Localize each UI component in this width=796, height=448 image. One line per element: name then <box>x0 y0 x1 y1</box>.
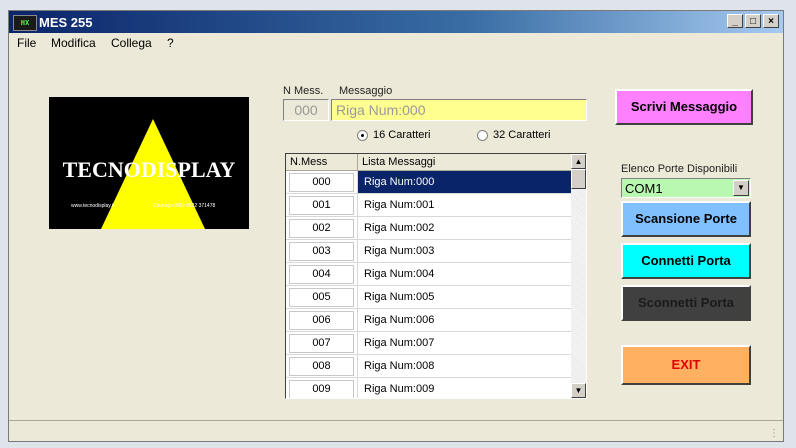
row-number-cell[interactable]: 003 <box>286 240 358 262</box>
row-message[interactable]: Riga Num:007 <box>358 332 572 354</box>
list-item[interactable]: 006 Riga Num:006 <box>286 309 572 332</box>
row-message[interactable]: Riga Num:004 <box>358 263 572 285</box>
row-number: 006 <box>289 311 354 330</box>
row-message[interactable]: Riga Num:001 <box>358 194 572 216</box>
scrivi-messaggio-button[interactable]: Scrivi Messaggio <box>615 89 753 125</box>
list-item[interactable]: 000 Riga Num:000 <box>286 171 572 194</box>
maximize-button[interactable]: □ <box>745 14 761 28</box>
menu-bar: File Modifica Collega ? <box>9 33 783 53</box>
menu-collega[interactable]: Collega <box>111 36 152 50</box>
port-select-value: COM1 <box>625 181 663 196</box>
exit-button[interactable]: EXIT <box>621 345 751 385</box>
list-item[interactable]: 007 Riga Num:007 <box>286 332 572 355</box>
message-list-grid[interactable]: N.Mess Lista Messaggi 000 Riga Num:000 001… <box>285 153 587 399</box>
list-item[interactable]: 008 Riga Num:008 <box>286 355 572 378</box>
message-text-field[interactable]: Riga Num:000 <box>331 99 587 121</box>
row-number-cell[interactable]: 001 <box>286 194 358 216</box>
row-message[interactable]: Riga Num:002 <box>358 217 572 239</box>
col-header-n-mess[interactable]: N.Mess <box>286 154 358 171</box>
n-mess-label: N Mess. <box>283 85 324 97</box>
company-logo: TECNODISPLAY www.tecnodisplay.it Cavriag… <box>49 97 249 229</box>
row-number: 001 <box>289 196 354 215</box>
row-number-cell[interactable]: 002 <box>286 217 358 239</box>
title-bar[interactable]: HX MES 255 _ □ × <box>9 11 783 33</box>
menu-file[interactable]: File <box>17 36 36 50</box>
close-button[interactable]: × <box>763 14 779 28</box>
radio-32-label: 32 Caratteri <box>493 129 551 141</box>
app-icon: HX <box>13 15 37 31</box>
message-number-field: 000 <box>283 99 329 121</box>
connetti-porta-button[interactable]: Connetti Porta <box>621 243 751 279</box>
list-item[interactable]: 003 Riga Num:003 <box>286 240 572 263</box>
port-select[interactable]: COM1 ▼ <box>621 178 751 198</box>
list-item[interactable]: 005 Riga Num:005 <box>286 286 572 309</box>
grid-rows: 000 Riga Num:000 001 Riga Num:001 002 Riga Nu… <box>286 171 572 398</box>
window-title: MES 255 <box>39 15 93 30</box>
list-item[interactable]: 002 Riga Num:002 <box>286 217 572 240</box>
logo-website-text: www.tecnodisplay.it <box>71 203 115 209</box>
row-message[interactable]: Riga Num:009 <box>358 378 572 398</box>
list-item[interactable]: 001 Riga Num:001 <box>286 194 572 217</box>
row-message[interactable]: Riga Num:000 <box>358 171 572 193</box>
row-number: 005 <box>289 288 354 307</box>
logo-brand-text: TECNODISPLAY <box>63 157 236 182</box>
radio-16-dot[interactable] <box>357 129 368 141</box>
row-number-cell[interactable]: 008 <box>286 355 358 377</box>
logo-contact-text: Cavriago (RE) 0522 371478 <box>153 203 215 209</box>
messaggio-label: Messaggio <box>339 85 393 97</box>
radio-16-caratteri[interactable]: 16 Caratteri <box>357 129 430 141</box>
row-number: 003 <box>289 242 354 261</box>
scroll-up-icon[interactable]: ▲ <box>571 154 586 169</box>
row-message[interactable]: Riga Num:005 <box>358 286 572 308</box>
row-number-cell[interactable]: 005 <box>286 286 358 308</box>
row-number-cell[interactable]: 004 <box>286 263 358 285</box>
vertical-scrollbar[interactable]: ▲ ▼ <box>571 154 586 398</box>
list-item[interactable]: 004 Riga Num:004 <box>286 263 572 286</box>
porte-label: Elenco Porte Disponibili <box>621 163 738 175</box>
row-number: 009 <box>289 380 354 398</box>
scansione-porte-button[interactable]: Scansione Porte <box>621 201 751 237</box>
sconnetti-porta-button[interactable]: Sconnetti Porta <box>621 285 751 321</box>
row-message[interactable]: Riga Num:006 <box>358 309 572 331</box>
row-message[interactable]: Riga Num:008 <box>358 355 572 377</box>
minimize-button[interactable]: _ <box>727 14 743 28</box>
row-number-cell[interactable]: 007 <box>286 332 358 354</box>
row-number: 002 <box>289 219 354 238</box>
list-item[interactable]: 009 Riga Num:009 <box>286 378 572 398</box>
row-number-cell[interactable]: 006 <box>286 309 358 331</box>
row-message[interactable]: Riga Num:003 <box>358 240 572 262</box>
row-number: 008 <box>289 357 354 376</box>
row-number: 007 <box>289 334 354 353</box>
row-number-cell[interactable]: 009 <box>286 378 358 398</box>
scroll-thumb[interactable] <box>571 169 586 189</box>
row-number: 000 <box>289 173 354 192</box>
chevron-down-icon[interactable]: ▼ <box>733 180 749 196</box>
scroll-down-icon[interactable]: ▼ <box>571 383 586 398</box>
radio-16-label: 16 Caratteri <box>373 129 431 141</box>
radio-32-caratteri[interactable]: 32 Caratteri <box>477 129 550 141</box>
row-number: 004 <box>289 265 354 284</box>
menu-modifica[interactable]: Modifica <box>51 36 96 50</box>
row-number-cell[interactable]: 000 <box>286 171 358 193</box>
radio-32-dot[interactable] <box>477 129 488 141</box>
menu-help[interactable]: ? <box>167 36 174 50</box>
col-header-lista-messaggi[interactable]: Lista Messaggi <box>358 154 572 171</box>
resize-grip-icon[interactable]: ⋮ <box>769 428 779 439</box>
status-bar: ⋮ <box>9 420 783 441</box>
grid-header: N.Mess Lista Messaggi <box>286 154 572 171</box>
app-window: HX MES 255 _ □ × File Modifica Collega ?… <box>8 10 784 442</box>
